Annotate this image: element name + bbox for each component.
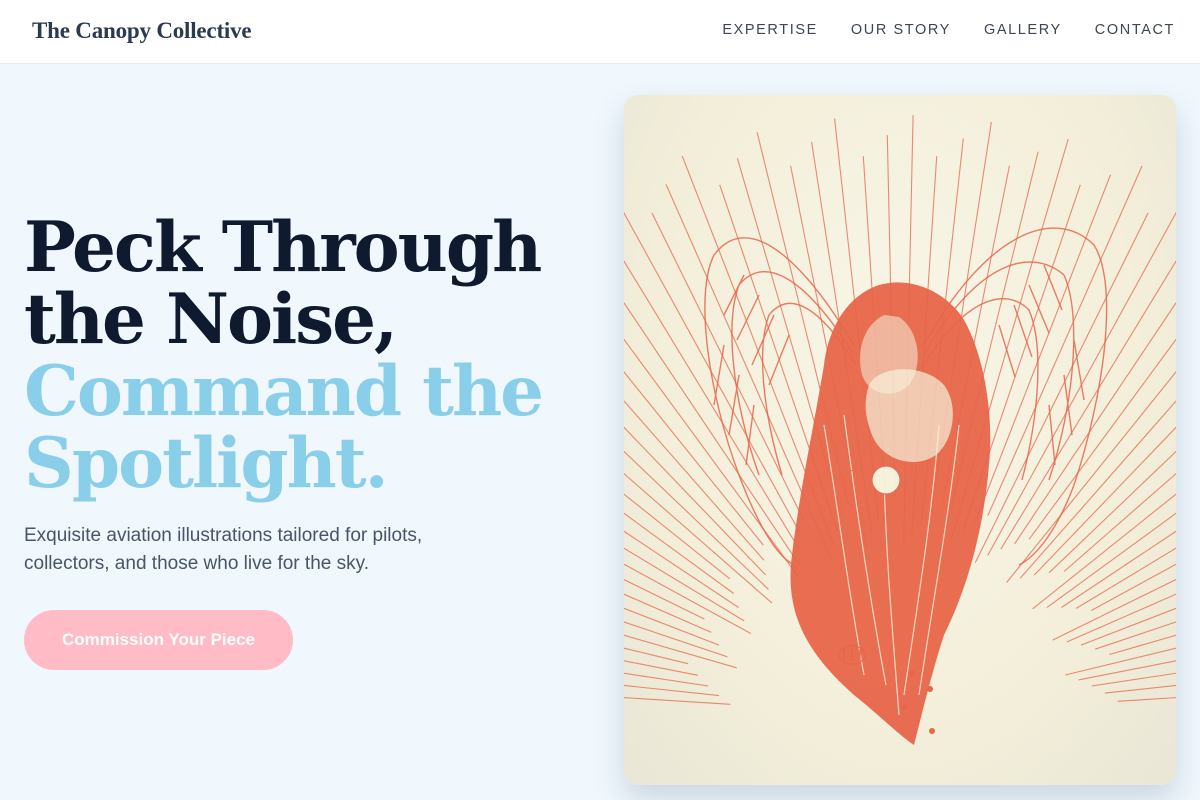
angel-illustration [624, 115, 1176, 745]
nav-link-expertise[interactable]: EXPERTISE [722, 22, 818, 38]
light-ray [624, 634, 737, 669]
hero-title: Peck Through the Noise, Command the Spot… [24, 212, 584, 500]
nav-link-our-story[interactable]: OUR STORY [851, 22, 951, 38]
light-ray [1076, 547, 1176, 609]
light-ray [1032, 493, 1176, 610]
nav-link-gallery[interactable]: GALLERY [984, 22, 1062, 38]
light-ray [1078, 660, 1176, 681]
light-ray [624, 563, 752, 634]
hero-title-line-3: Command the [24, 351, 544, 432]
light-ray [624, 301, 800, 565]
light-ray [624, 260, 800, 550]
nav-link-contact[interactable]: CONTACT [1095, 22, 1175, 38]
light-ray [1095, 621, 1176, 650]
light-ray [974, 212, 1149, 563]
light-ray [987, 165, 1143, 516]
hero-title-line-4: Spotlight. [24, 423, 389, 504]
hero-title-line-2: the Noise, [24, 279, 398, 360]
hero-artwork [624, 95, 1176, 785]
light-ray [1065, 647, 1176, 676]
light-ray [1028, 338, 1176, 540]
light-ray [1091, 672, 1176, 687]
brand-logo[interactable]: The Canopy Collective [32, 18, 252, 44]
light-ray [624, 472, 773, 604]
hero-subtitle: Exquisite aviation illustrations tailore… [24, 525, 423, 574]
hero-title-line-1: Peck Through [24, 207, 542, 288]
light-ray [987, 211, 1176, 556]
light-ray [651, 212, 804, 520]
light-ray [624, 660, 699, 676]
light-ray [1048, 450, 1176, 574]
light-ray [1046, 512, 1176, 609]
light-ray [624, 607, 720, 646]
light-ray [1014, 301, 1176, 545]
light-ray [624, 450, 769, 590]
light-ray [624, 578, 705, 620]
main-nav: EXPERTISE OUR STORY GALLERY CONTACT [722, 22, 1175, 38]
angel-figures [790, 282, 991, 745]
commission-button[interactable]: Commission Your Piece [24, 610, 293, 670]
light-ray [1091, 563, 1176, 611]
site-header: The Canopy Collective EXPERTISE OUR STOR… [0, 0, 1200, 64]
light-ray [624, 371, 764, 546]
light-ray [624, 621, 728, 658]
light-ray [624, 697, 731, 705]
